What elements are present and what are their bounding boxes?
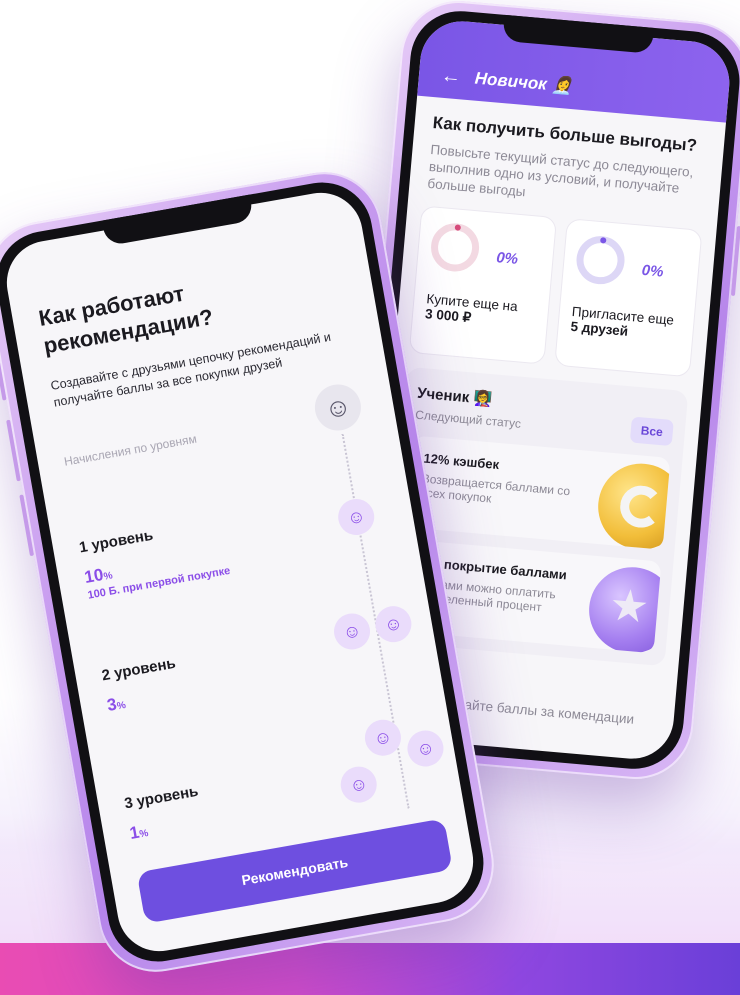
all-statuses-button[interactable]: Все (629, 416, 674, 447)
friend-icon: ☺ (331, 610, 373, 653)
level-percent: 3% (105, 694, 127, 715)
level-percent: 1% (128, 822, 150, 843)
progress-ring (429, 221, 482, 274)
status-name: Ученик 👩‍🏫 (416, 384, 493, 409)
header-title: Новичок 👩‍💼 (474, 68, 574, 97)
benefit-cashback: 12% кэшбек Возвращается баллами со всех … (405, 435, 671, 550)
progress-ring (574, 234, 627, 287)
user-avatar-icon: ☺ (311, 380, 365, 435)
friend-icon: ☺ (335, 496, 378, 538)
level-name: 2 уровень (100, 654, 177, 685)
mute-switch (0, 360, 7, 401)
goal-card-invite[interactable]: 0% Пригласите еще 5 друзей (554, 218, 703, 378)
goal-percent: 0% (641, 261, 665, 281)
level-3: 3 уровень 1% (123, 783, 205, 844)
level-1: 1 уровень 10% 100 Б. при первой покупке (78, 515, 231, 602)
volume-down-button (19, 494, 35, 557)
power-button (730, 225, 740, 297)
volume-up-button (6, 419, 21, 482)
friend-icon: ☺ (337, 763, 380, 806)
benefit-description: Возвращается баллами со всех покупок (419, 471, 571, 506)
status-subtitle: Следующий статус (414, 407, 522, 431)
goal-cards: 0% Купите еще на 3 000 ₽ 0% Пригласите е… (408, 205, 703, 378)
level-2: 2 уровень 3% (100, 655, 182, 716)
level-name: 3 уровень (123, 782, 200, 813)
goal-percent: 0% (495, 249, 519, 268)
arrow-left-icon[interactable]: ← (440, 65, 462, 89)
goal-card-purchase[interactable]: 0% Купите еще на 3 000 ₽ (408, 205, 558, 365)
friend-icon: ☺ (404, 727, 447, 770)
